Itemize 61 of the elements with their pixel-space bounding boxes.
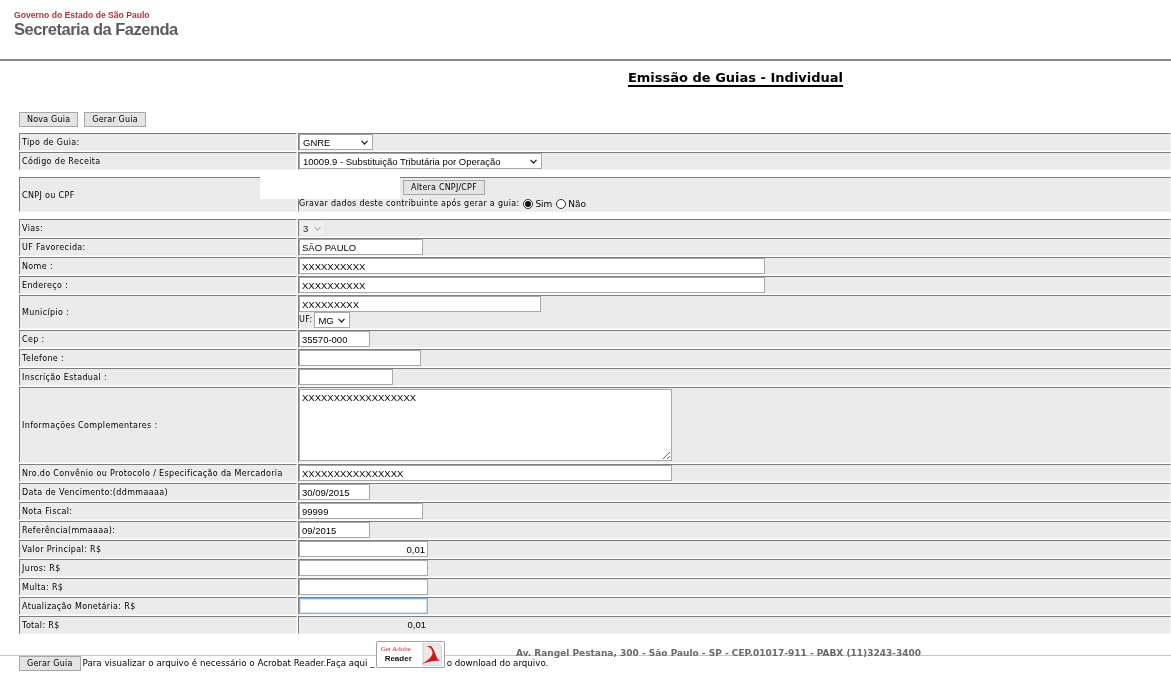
- input-field[interactable]: XXXXXXXXX: [299, 296, 541, 312]
- field-label: Data de Vencimento:(ddmmaaaa): [19, 483, 297, 501]
- input-field[interactable]: XXXXXXXXXX: [299, 277, 765, 293]
- text-area-field[interactable]: XXXXXXXXXXXXXXXXXX: [299, 389, 672, 461]
- address-text: Av. Rangel Pestana, 300 - São Paulo - SP - CEP.01017-911 - PABX (11)3243-3400: [516, 648, 922, 658]
- field-label: Município :: [19, 295, 297, 329]
- field-label: Multa: R$: [19, 578, 297, 596]
- field-label: Juros: R$: [19, 559, 297, 577]
- reader-prompt: Para visualizar o arquivo é necessário o Acrobat Reader.Faça aqui _: [82, 657, 375, 670]
- input-field[interactable]: [299, 350, 421, 366]
- input-field[interactable]: 09/2015: [299, 522, 370, 538]
- field-label: Endereço :: [19, 276, 297, 294]
- state-label: UF:: [299, 315, 313, 325]
- change-id-button[interactable]: Altera CNPJ/CPF: [403, 180, 485, 195]
- dropdown[interactable]: GNRE: [299, 134, 373, 150]
- field-label: Nro.do Convênio ou Protocolo / Especificação da Mercadoria: [19, 464, 297, 482]
- input-field[interactable]: 30/09/2015: [299, 484, 370, 500]
- input-field[interactable]: [299, 579, 428, 595]
- government-name: Governo do Estado de São Paulo: [14, 10, 150, 20]
- chevron-icon: [361, 139, 368, 145]
- department-name: Secretaria da Fazenda: [14, 20, 178, 39]
- radio-label: Não: [568, 199, 587, 209]
- field-label: UF Favorecida:: [19, 238, 297, 256]
- input-field[interactable]: XXXXXXXXXX: [299, 258, 765, 274]
- dropdown[interactable]: MG: [314, 312, 351, 328]
- chevron-icon: [338, 317, 346, 323]
- field-label: Atualização Monetária: R$: [19, 597, 297, 615]
- input-field[interactable]: SÃO PAULO: [299, 239, 423, 255]
- field-label: Nota Fiscal:: [19, 502, 297, 520]
- toolbar-button[interactable]: Nova Guia: [19, 112, 79, 127]
- dropdown[interactable]: 10009.9 - Substituição Tributária por Operação: [299, 153, 542, 169]
- chevron-icon: [314, 225, 321, 231]
- download-note: o download do arquivo.: [446, 658, 549, 670]
- field-label: Vias:: [19, 219, 297, 237]
- field-label: Total: R$: [19, 616, 297, 634]
- input-field[interactable]: 99999: [299, 503, 423, 519]
- input-field[interactable]: 35570-000: [299, 331, 370, 347]
- field-label: Valor Principal: R$: [19, 540, 297, 558]
- toolbar-button[interactable]: Gerar Guia: [84, 112, 146, 127]
- field-label: Nome :: [19, 257, 297, 275]
- input-field[interactable]: [299, 560, 428, 576]
- page-title: Emissão de Guias - Individual: [627, 70, 844, 86]
- input-field[interactable]: XXXXXXXXXXXXXXXX: [299, 465, 672, 481]
- field-label: Cep :: [19, 330, 297, 348]
- field-label: Código de Receita: [19, 152, 297, 170]
- input-field[interactable]: 0,01: [299, 541, 428, 557]
- field-label: Informações Complementares :: [19, 387, 297, 463]
- total-value: 0,01: [406, 618, 426, 632]
- generate-button[interactable]: Gerar Guia: [19, 656, 81, 671]
- radio-button[interactable]: [523, 199, 534, 209]
- input-field[interactable]: [299, 369, 393, 385]
- field-label: Inscrição Estadual :: [19, 368, 297, 386]
- save-prompt: Gravar dados deste contribuinte após gerar a guia:: [299, 199, 520, 209]
- field-label: Telefone :: [19, 349, 297, 367]
- chevron-icon: [530, 158, 537, 164]
- radio-label: Sim: [535, 199, 553, 209]
- field-label: Tipo de Guia:: [19, 133, 297, 151]
- field-label: CNPJ ou CPF: [19, 177, 297, 212]
- input-field[interactable]: [299, 598, 428, 614]
- radio-button[interactable]: [556, 199, 567, 209]
- field-label: Referência(mmaaaa):: [19, 521, 297, 539]
